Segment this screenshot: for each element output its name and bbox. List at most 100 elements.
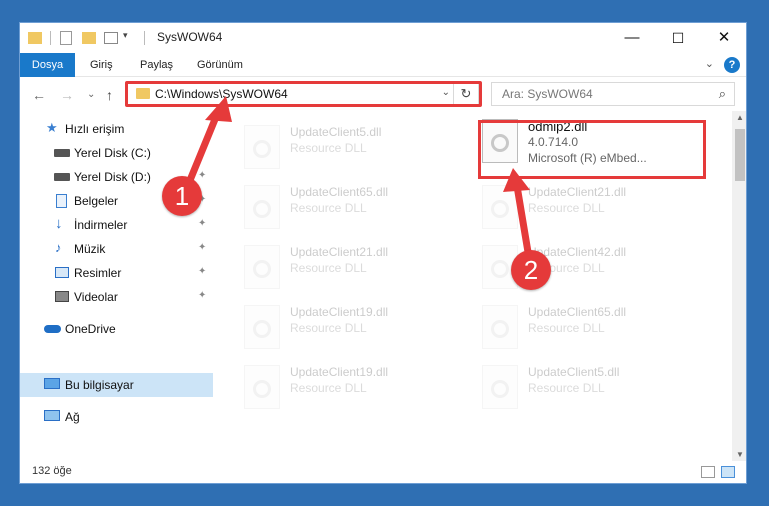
file-name: UpdateClient65.dll: [290, 185, 389, 199]
pin-icon[interactable]: ✦: [198, 290, 206, 301]
forward-button[interactable]: →: [60, 87, 74, 103]
file-item[interactable]: UpdateClient19.dll Resource DLL: [244, 303, 470, 355]
recent-locations-button[interactable]: ⌄: [87, 89, 95, 100]
status-bar: 132 öğe: [20, 461, 746, 483]
file-name: UpdateClient19.dll: [290, 365, 389, 379]
pin-icon[interactable]: ✦: [198, 266, 206, 277]
details-view-icon[interactable]: [701, 466, 715, 478]
star-icon: ★: [46, 120, 58, 135]
new-folder-icon[interactable]: [82, 32, 96, 44]
pin-icon[interactable]: ✦: [198, 170, 206, 181]
file-item[interactable]: UpdateClient21.dll Resource DLL: [244, 243, 470, 295]
properties-icon[interactable]: [60, 31, 72, 45]
dll-file-icon: [482, 305, 518, 349]
file-name: UpdateClient21.dll: [528, 185, 627, 199]
window-title: SysWOW64: [157, 30, 223, 44]
file-type: Resource DLL: [290, 141, 367, 155]
drive-icon: [54, 173, 70, 181]
search-input[interactable]: Ara: SysWOW64: [502, 87, 593, 101]
expand-ribbon-icon[interactable]: ⌄: [705, 57, 714, 70]
sidebar-item-disk-c[interactable]: Yerel Disk (C:): [20, 141, 213, 165]
dll-file-icon: [244, 365, 280, 409]
vertical-scrollbar[interactable]: ▲ ▼: [732, 111, 746, 461]
help-icon[interactable]: ?: [724, 57, 740, 73]
file-item[interactable]: UpdateClient65.dll Resource DLL: [482, 303, 708, 355]
scroll-up-icon[interactable]: ▲: [732, 113, 746, 122]
step-1-badge: 1: [162, 176, 202, 216]
sidebar-item-label: Belgeler: [74, 194, 119, 208]
sidebar-item-this-pc[interactable]: Bu bilgisayar: [20, 373, 213, 397]
file-name: UpdateClient21.dll: [290, 245, 389, 259]
sidebar-item-music[interactable]: ♪ Müzik ✦: [20, 237, 213, 261]
videos-icon: [55, 291, 69, 302]
file-item[interactable]: UpdateClient65.dll Resource DLL: [244, 183, 470, 235]
tiles-view-icon[interactable]: [721, 466, 735, 478]
dll-file-icon: [482, 185, 518, 229]
music-icon: ♪: [55, 240, 62, 255]
address-highlight-box: [125, 81, 482, 107]
pin-icon[interactable]: ✦: [198, 218, 206, 229]
sidebar-item-label: Resimler: [74, 266, 122, 280]
sidebar-item-videos[interactable]: Videolar ✦: [20, 285, 213, 309]
divider: [144, 31, 145, 45]
dll-file-icon: [244, 185, 280, 229]
file-type: Resource DLL: [528, 201, 605, 215]
tab-share[interactable]: Paylaş: [140, 53, 173, 77]
sidebar-item-label: Ağ: [65, 410, 80, 424]
explorer-window: ▾ SysWOW64 — ☐ ✕ Dosya Giriş Paylaş Görü…: [19, 22, 747, 484]
file-type: Resource DLL: [290, 201, 367, 215]
view-options-icon[interactable]: [104, 32, 118, 44]
sidebar-item-label: İndirmeler: [74, 218, 128, 232]
sidebar-item-label: Yerel Disk (D:): [74, 170, 151, 184]
sidebar-item-label: Yerel Disk (C:): [74, 146, 151, 160]
file-name: UpdateClient5.dll: [528, 365, 620, 379]
documents-icon: [56, 194, 67, 208]
file-item[interactable]: UpdateClient19.dll Resource DLL: [244, 363, 470, 415]
file-name: UpdateClient65.dll: [528, 305, 627, 319]
file-item[interactable]: UpdateClient5.dll Resource DLL: [482, 363, 708, 415]
file-type: Resource DLL: [290, 321, 367, 335]
cloud-icon: [44, 325, 61, 333]
scroll-down-icon[interactable]: ▼: [732, 450, 746, 459]
sidebar-item-quick-access[interactable]: ★ Hızlı erişim: [20, 117, 213, 141]
tab-home[interactable]: Giriş: [90, 53, 113, 77]
tab-view[interactable]: Görünüm: [197, 53, 243, 77]
dll-file-icon: [244, 305, 280, 349]
file-type: Resource DLL: [290, 261, 367, 275]
step-2-badge: 2: [511, 250, 551, 290]
sidebar-item-onedrive[interactable]: OneDrive: [20, 317, 213, 341]
network-icon: [44, 410, 60, 421]
back-button[interactable]: ←: [32, 87, 46, 103]
ribbon-tabs: Dosya Giriş Paylaş Görünüm ⌄ ?: [20, 53, 746, 105]
sidebar-item-downloads[interactable]: ↓ İndirmeler ✦: [20, 213, 213, 237]
customize-toolbar-icon[interactable]: ▾: [123, 30, 128, 46]
scrollbar-thumb[interactable]: [735, 129, 745, 181]
folder-icon: [28, 32, 42, 44]
file-type: Resource DLL: [528, 321, 605, 335]
maximize-button[interactable]: ☐: [655, 23, 701, 53]
file-type: Resource DLL: [290, 381, 367, 395]
search-box[interactable]: Ara: SysWOW64 ⌕: [491, 82, 735, 106]
sidebar-item-label: OneDrive: [65, 322, 116, 336]
title-bar: ▾ SysWOW64 — ☐ ✕: [20, 23, 746, 53]
dll-file-icon: [244, 125, 280, 169]
minimize-button[interactable]: —: [609, 23, 655, 53]
close-button[interactable]: ✕: [701, 23, 746, 53]
sidebar-item-label: Hızlı erişim: [65, 122, 125, 136]
up-button[interactable]: ↑: [106, 87, 113, 103]
dll-file-icon: [244, 245, 280, 289]
sidebar-item-network[interactable]: Ağ: [20, 405, 213, 429]
file-type: Resource DLL: [528, 381, 605, 395]
sidebar-item-label: Bu bilgisayar: [65, 378, 134, 392]
drive-icon: [54, 149, 70, 157]
pin-icon[interactable]: ✦: [198, 242, 206, 253]
sidebar-item-label: Videolar: [74, 290, 118, 304]
file-item[interactable]: UpdateClient21.dll Resource DLL: [482, 183, 708, 235]
dll-file-icon: [482, 365, 518, 409]
item-count: 132 öğe: [32, 465, 72, 477]
pictures-icon: [55, 267, 69, 278]
navigation-pane: ★ Hızlı erişim Yerel Disk (C:) Yerel Dis…: [20, 111, 213, 461]
sidebar-item-pictures[interactable]: Resimler ✦: [20, 261, 213, 285]
file-highlight-box: [478, 120, 706, 179]
file-item[interactable]: UpdateClient5.dll Resource DLL: [244, 123, 470, 175]
